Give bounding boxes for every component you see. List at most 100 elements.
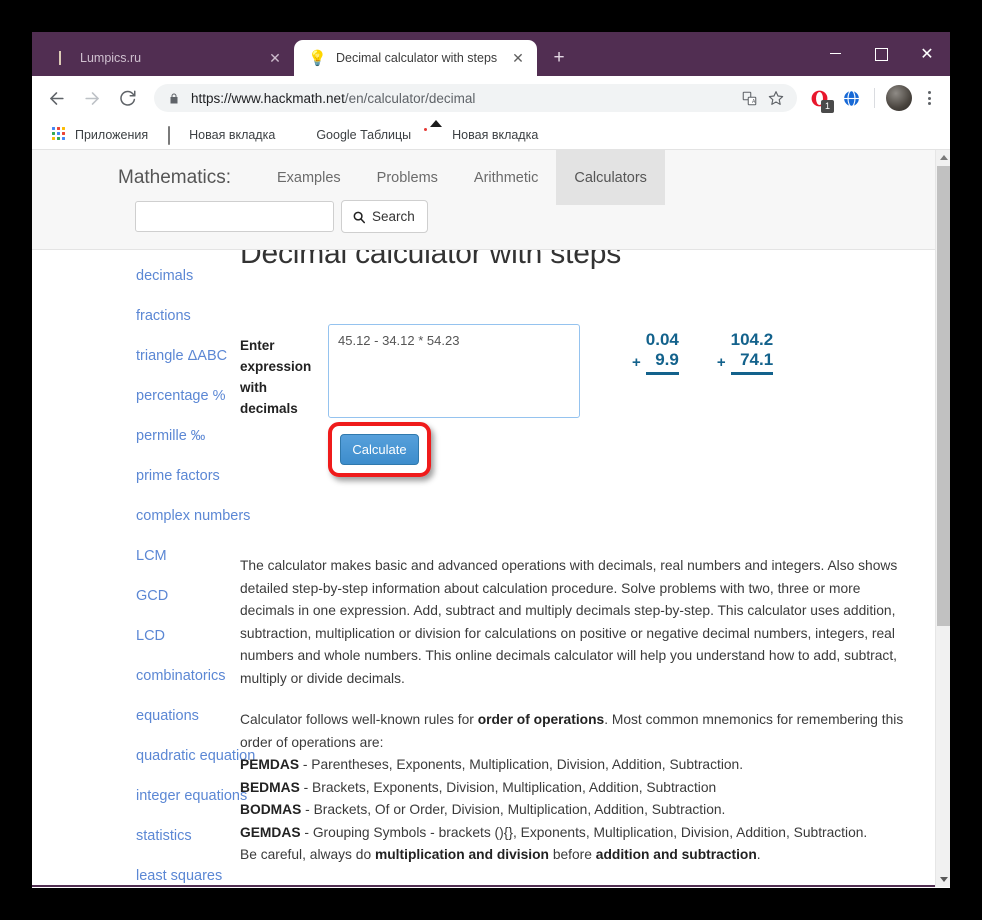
- extension-badge-count: 1: [821, 100, 834, 113]
- browser-tab-decimal-calculator[interactable]: 💡 Decimal calculator with steps ✕: [294, 40, 537, 76]
- sidebar-item-combinatorics[interactable]: combinatorics: [136, 656, 225, 696]
- bookmarks-bar: Приложения Новая вкладка Google Таблицы …: [32, 120, 950, 150]
- browser-toolbar: https://www.hackmath.net/en/calculator/d…: [32, 76, 950, 120]
- extension-opera-icon[interactable]: 1: [805, 84, 834, 113]
- lightbulb-icon: 💡: [308, 49, 327, 67]
- warning-b: before: [549, 847, 596, 862]
- sidebar-item-integer-equations[interactable]: integer equations: [136, 776, 247, 816]
- sheets-icon: [293, 127, 309, 143]
- sidebar-item-lcd[interactable]: LCD: [136, 616, 210, 656]
- mnemonic-text: - Grouping Symbols - brackets (){}, Expo…: [300, 824, 868, 840]
- plus-sign: +: [716, 354, 726, 371]
- browser-tab-lumpics[interactable]: Lumpics.ru ✕: [38, 40, 294, 76]
- sidebar-item-equations[interactable]: equations: [136, 696, 210, 736]
- sum-top: 104.2: [730, 330, 774, 349]
- mnemonic-bodmas: BODMAS - Brackets, Of or Order, Division…: [240, 799, 907, 822]
- calculate-button-zone: Calculate: [328, 422, 431, 477]
- page-viewport: Mathematics: Examples Problems Arithmeti…: [32, 150, 950, 887]
- sidebar-item-decimals[interactable]: decimals: [136, 256, 210, 296]
- p2-intro-a: Calculator follows well-known rules for: [240, 712, 478, 727]
- sidebar-item-statistics[interactable]: statistics: [136, 816, 210, 856]
- sum-numbers: 0.04 9.9: [645, 330, 679, 375]
- expression-field-label: Enter expression with decimals: [240, 338, 312, 416]
- sum-top: 0.04: [645, 330, 679, 349]
- document-icon: [166, 125, 182, 145]
- orange-circle-icon: [52, 50, 69, 67]
- mnemonic-name: PEMDAS: [240, 757, 300, 772]
- browser-menu-icon[interactable]: [916, 84, 942, 112]
- sum-bottom: 9.9: [655, 350, 679, 369]
- avatar[interactable]: [886, 85, 912, 111]
- nav-item-examples[interactable]: Examples: [259, 150, 359, 205]
- warning-bold-b: addition and subtraction: [595, 847, 757, 862]
- bookmark-star-icon[interactable]: [763, 85, 789, 111]
- mnemonic-bedmas: BEDMAS - Brackets, Exponents, Division, …: [240, 777, 907, 800]
- page-scrollbar[interactable]: [935, 150, 950, 887]
- sidebar-item-gcd[interactable]: GCD: [136, 576, 210, 616]
- sidebar-item-least-squares[interactable]: least squares: [136, 856, 222, 887]
- scrollbar-thumb[interactable]: [937, 166, 950, 626]
- sidebar-item-percentage[interactable]: percentage %: [136, 376, 225, 416]
- nav-item-problems[interactable]: Problems: [359, 150, 456, 205]
- url-text: https://www.hackmath.net/en/calculator/d…: [191, 91, 475, 106]
- forward-arrow-icon[interactable]: [76, 82, 108, 114]
- sidebar-item-fractions[interactable]: fractions: [136, 296, 210, 336]
- bookmark-label: Новая вкладка: [452, 127, 539, 142]
- warning-c: .: [756, 847, 761, 862]
- paragraph-order-of-operations: Calculator follows well-known rules for …: [240, 709, 907, 867]
- sum-bottom: 74.1: [740, 350, 774, 369]
- sidebar-item-lcm[interactable]: LCM: [136, 536, 210, 576]
- sidebar-item-prime-factors[interactable]: prime factors: [136, 456, 220, 496]
- search-button[interactable]: Search: [341, 200, 428, 233]
- plus-sign: +: [632, 354, 641, 371]
- search-input[interactable]: [135, 201, 334, 232]
- mnemonic-pemdas: PEMDAS - Parentheses, Exponents, Multipl…: [240, 754, 907, 777]
- mnemonic-text: - Parentheses, Exponents, Multiplication…: [299, 757, 744, 772]
- calculate-button[interactable]: Calculate: [340, 434, 419, 465]
- sidebar: decimals fractions triangle ΔABC percent…: [32, 250, 255, 887]
- warning-bold-a: multiplication and division: [374, 847, 549, 862]
- nav-item-arithmetic[interactable]: Arithmetic: [456, 150, 556, 205]
- sidebar-item-permille[interactable]: permille ‰: [136, 416, 210, 456]
- bookmark-label: Новая вкладка: [189, 127, 276, 142]
- description-text: The calculator makes basic and advanced …: [240, 555, 907, 867]
- new-tab-button[interactable]: +: [545, 44, 573, 72]
- back-arrow-icon[interactable]: [40, 82, 72, 114]
- bookmark-new-tab-2[interactable]: Новая вкладка: [421, 123, 546, 147]
- sum-numbers: 104.2 74.1: [730, 330, 774, 375]
- page-bottom-rule: [32, 885, 935, 887]
- extension-globe-icon[interactable]: [837, 84, 865, 112]
- translate-icon[interactable]: A: [737, 86, 761, 110]
- maximize-window-button[interactable]: [858, 32, 904, 76]
- close-icon[interactable]: ✕: [507, 47, 529, 69]
- sidebar-item-quadratic-equation[interactable]: quadratic equation: [136, 736, 255, 776]
- reload-icon[interactable]: [112, 82, 144, 114]
- minimize-window-button[interactable]: [812, 32, 858, 76]
- bookmark-google-sheets[interactable]: Google Таблицы: [285, 123, 419, 147]
- apps-grid-icon: [52, 126, 68, 143]
- bookmark-label: Приложения: [75, 127, 149, 142]
- site-header: Mathematics: Examples Problems Arithmeti…: [32, 150, 935, 250]
- sidebar-item-triangle[interactable]: triangle ΔABC: [136, 336, 227, 376]
- bookmark-apps[interactable]: Приложения: [44, 123, 156, 147]
- page-content: Mathematics: Examples Problems Arithmeti…: [32, 150, 935, 887]
- window-controls: ✕: [812, 32, 950, 76]
- scroll-down-arrow-icon[interactable]: [936, 872, 950, 887]
- mnemonic-gemdas: GEMDAS - Grouping Symbols - brackets (){…: [240, 825, 867, 840]
- bookmark-new-tab-1[interactable]: Новая вкладка: [158, 123, 283, 147]
- scroll-up-arrow-icon[interactable]: [936, 150, 950, 165]
- toolbar-divider: [874, 88, 875, 108]
- mnemonic-text: - Brackets, Of or Order, Division, Multi…: [301, 802, 726, 817]
- main-column: Decimal calculator with steps Enter expr…: [210, 237, 935, 887]
- address-bar[interactable]: https://www.hackmath.net/en/calculator/d…: [154, 84, 797, 112]
- warning-a: Be careful, always do: [240, 847, 375, 862]
- site-body: decimals fractions triangle ΔABC percent…: [32, 237, 935, 887]
- expression-input[interactable]: [328, 324, 580, 418]
- nav-item-calculators[interactable]: Calculators: [556, 150, 665, 205]
- sidebar-item-complex-numbers[interactable]: complex numbers: [136, 496, 250, 536]
- url-host: https://www.hackmath.net: [191, 90, 345, 106]
- close-window-button[interactable]: ✕: [904, 32, 950, 76]
- decorative-math-graphic: + 0.04 9.9 + 104.2 74.1: [632, 330, 774, 375]
- close-icon[interactable]: ✕: [264, 47, 286, 69]
- url-path: /en/calculator/decimal: [344, 90, 476, 106]
